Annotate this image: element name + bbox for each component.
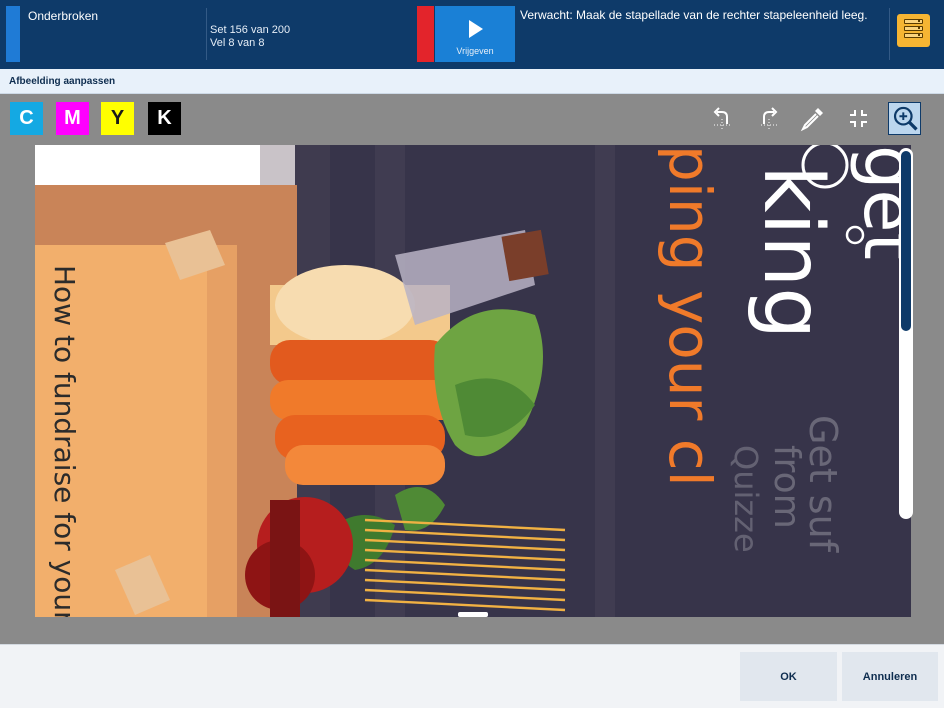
footer-bar: OK Annuleren (0, 644, 944, 708)
error-flag (417, 6, 434, 62)
divider (889, 8, 890, 60)
job-sheet-progress: Vel 8 van 8 (210, 37, 265, 49)
image-preview-panel: C M Y K How to fundraise for your ping y… (0, 94, 944, 644)
preview-image: How to fundraise for your ping your cl k… (35, 145, 911, 617)
yellow-separation-button[interactable]: Y (101, 102, 134, 135)
preview-text-left: How to fundraise for your (48, 265, 81, 617)
black-separation-button[interactable]: K (148, 102, 181, 135)
cyan-separation-button[interactable]: C (10, 102, 43, 135)
stacker-tray (904, 26, 923, 31)
top-status-bar: Onderbroken Set 156 van 200 Vel 8 van 8 … (0, 0, 944, 69)
preview-bg-text-3: Quizze (727, 445, 765, 553)
job-set-progress: Set 156 van 200 (210, 24, 291, 36)
preview-bg-text-2: from (766, 445, 807, 529)
image-canvas[interactable]: How to fundraise for your ping your cl k… (35, 145, 911, 617)
stacker-tray (904, 33, 923, 38)
ok-button[interactable]: OK (740, 652, 837, 701)
scrollbar-thumb[interactable] (901, 151, 911, 331)
printer-status: Onderbroken (28, 9, 99, 23)
vertical-scrollbar[interactable] (899, 148, 913, 519)
stacker-tray (904, 19, 923, 24)
preview-text-white: king (745, 165, 840, 339)
stacker-icon[interactable] (897, 14, 930, 47)
rotate-left-icon[interactable] (706, 102, 739, 135)
page-title: Afbeelding aanpassen (9, 76, 116, 87)
magenta-separation-button[interactable]: M (56, 102, 89, 135)
play-icon (469, 20, 483, 38)
release-label: Vrijgeven (456, 46, 494, 56)
status-indicator (6, 6, 20, 62)
rotate-right-icon[interactable] (752, 102, 785, 135)
subtitle-bar: Afbeelding aanpassen (0, 69, 944, 94)
status-message: Verwacht: Maak de stapellade van de rech… (520, 8, 868, 22)
fit-to-screen-icon[interactable] (842, 102, 875, 135)
zoom-in-icon[interactable] (888, 102, 921, 135)
preview-text-orange: ping your cl (656, 145, 724, 487)
eyedropper-icon[interactable] (796, 102, 829, 135)
release-button[interactable]: Vrijgeven (435, 6, 515, 62)
divider (206, 8, 207, 60)
cancel-button[interactable]: Annuleren (842, 652, 938, 701)
